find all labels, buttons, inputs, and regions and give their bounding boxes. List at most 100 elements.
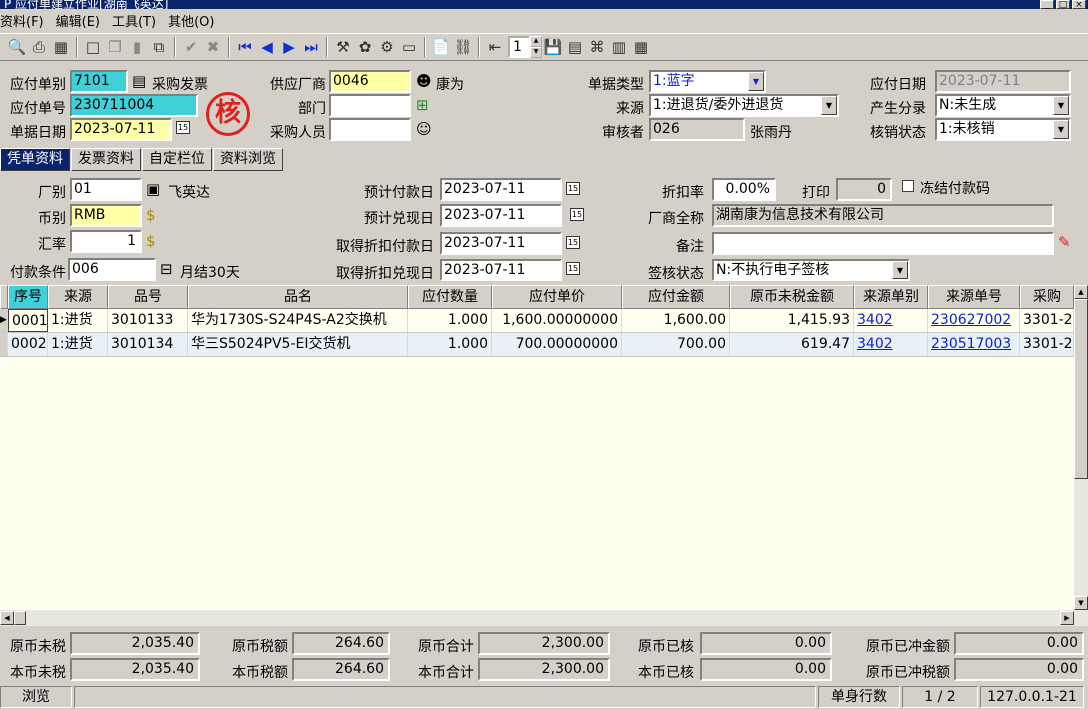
tab-voucher[interactable]: 凭单资料 (0, 148, 70, 171)
clipboard-icon[interactable]: ▥ (608, 36, 630, 58)
menu-edit[interactable]: 编辑(E) (56, 11, 100, 30)
disc-cash-field[interactable]: 2023-07-11 (440, 259, 562, 281)
cell-source[interactable]: 1:进货 (48, 309, 108, 332)
calculator-icon[interactable]: ▤ (564, 36, 586, 58)
grid-icon[interactable]: ▦ (630, 36, 652, 58)
document-icon[interactable]: 📄 (430, 36, 452, 58)
query-icon[interactable]: 🔍 (6, 36, 28, 58)
ap-no-field[interactable]: 230711004 (70, 94, 198, 117)
col-source[interactable]: 来源 (48, 285, 108, 309)
cell-src-type-link[interactable]: 3402 (854, 309, 928, 332)
first-record-icon[interactable]: ⏮ (234, 36, 256, 58)
cell-qty[interactable]: 1.000 (408, 333, 492, 356)
screen-icon[interactable]: ▭ (398, 36, 420, 58)
filter-icon[interactable]: ⚙ (376, 36, 398, 58)
est-cash-field[interactable]: 2023-07-11 (440, 204, 562, 227)
cancel-icon[interactable]: ✖ (202, 36, 224, 58)
spin-up-icon[interactable]: ▲ (530, 36, 542, 47)
col-src-type[interactable]: 来源单别 (854, 285, 928, 309)
cell-item-name[interactable]: 华为1730S-S24P4S-A2交换机 (188, 309, 408, 332)
calendar-icon[interactable]: 15 (566, 236, 580, 249)
cell-qty[interactable]: 1.000 (408, 309, 492, 332)
terms-lookup-icon[interactable]: ⊟ (160, 260, 173, 278)
buyer-field[interactable] (329, 118, 411, 141)
person-icon[interactable]: ☺ (416, 120, 432, 138)
calendar-icon[interactable]: 15 (566, 262, 580, 275)
supplier-lookup-icon[interactable]: ☻ (416, 72, 432, 90)
cell-untaxed[interactable]: 619.47 (730, 333, 854, 356)
discount-field[interactable]: 0.00% (712, 178, 776, 201)
scroll-thumb[interactable] (14, 611, 26, 625)
col-item-no[interactable]: 品号 (108, 285, 188, 309)
cell-item-no[interactable]: 3010133 (108, 309, 188, 332)
factory-lookup-icon[interactable]: ▣ (146, 180, 160, 198)
new-icon[interactable]: □ (82, 36, 104, 58)
scroll-down-icon[interactable]: ▼ (1074, 596, 1088, 610)
tab-custom-fields[interactable]: 自定栏位 (142, 148, 212, 171)
col-unit-price[interactable]: 应付单价 (492, 285, 622, 309)
col-amount[interactable]: 应付金额 (622, 285, 730, 309)
currency-field[interactable]: RMB (70, 204, 142, 227)
cell-purchase[interactable]: 3301-2 (1020, 333, 1074, 356)
delete-icon[interactable]: ▮ (126, 36, 148, 58)
link-icon[interactable]: ⛓ (452, 36, 474, 58)
tab-invoice[interactable]: 发票资料 (71, 148, 141, 171)
dept-field[interactable] (329, 94, 411, 117)
horizontal-scrollbar[interactable]: ◀ ▶ (0, 610, 1088, 626)
cell-unit-price[interactable]: 1,600.00000000 (492, 309, 622, 332)
vertical-scrollbar[interactable]: ▲ ▼ (1074, 285, 1088, 610)
scroll-left-icon[interactable]: ◀ (0, 611, 14, 625)
cell-untaxed[interactable]: 1,415.93 (730, 309, 854, 332)
supplier-field[interactable]: 0046 (329, 70, 411, 93)
cell-purchase[interactable]: 3301-2 (1020, 309, 1074, 332)
coin-icon[interactable]: $ (146, 232, 156, 250)
cell-item-no[interactable]: 3010134 (108, 333, 188, 356)
tab-browse[interactable]: 资料浏览 (213, 148, 283, 171)
scroll-up-icon[interactable]: ▲ (1074, 285, 1088, 299)
factory-field[interactable]: 01 (70, 178, 142, 201)
col-untaxed[interactable]: 原币未税金额 (730, 285, 854, 309)
maximize-button[interactable]: □ (1056, 0, 1070, 9)
approve-icon[interactable]: ✿ (354, 36, 376, 58)
tools-icon[interactable]: ⚒ (332, 36, 354, 58)
menu-tools[interactable]: 工具(T) (112, 11, 156, 30)
edit-note-icon[interactable]: ✎ (1058, 233, 1071, 251)
entry-select[interactable]: N:未生成 ▼ (935, 94, 1071, 117)
coin-icon[interactable]: $ (146, 206, 156, 224)
sign-select[interactable]: N:不执行电子签核 ▼ (712, 259, 910, 281)
col-src-no[interactable]: 来源单号 (928, 285, 1020, 309)
spin-down-icon[interactable]: ▼ (530, 47, 542, 58)
cell-src-no-link[interactable]: 230517003 (928, 333, 1020, 356)
close-button[interactable]: × (1072, 0, 1086, 9)
confirm-icon[interactable]: ✔ (180, 36, 202, 58)
doc-date-field[interactable]: 2023-07-11 (70, 118, 172, 141)
copy-icon[interactable]: ❐ (104, 36, 126, 58)
calendar-icon[interactable]: 15 (566, 182, 580, 195)
previous-record-icon[interactable]: ◀ (256, 36, 278, 58)
ap-type-field[interactable]: 7101 (70, 70, 128, 93)
est-pay-field[interactable]: 2023-07-11 (440, 178, 562, 201)
cell-item-name[interactable]: 华三S5024PV5-EI交货机 (188, 333, 408, 356)
col-item-name[interactable]: 品名 (188, 285, 408, 309)
org-tree-icon[interactable]: ⊞ (416, 96, 429, 114)
paste-icon[interactable]: ⧉ (148, 36, 170, 58)
exit-icon[interactable]: ⇤ (484, 36, 506, 58)
page-spinner[interactable]: 1 (508, 36, 530, 58)
dropdown-arrow-icon[interactable]: ▼ (1053, 96, 1069, 115)
rate-field[interactable]: 1 (70, 230, 142, 253)
writeoff-select[interactable]: 1:未核销 ▼ (935, 118, 1071, 141)
terms-field[interactable]: 006 (68, 258, 156, 281)
col-purchase[interactable]: 采购 (1020, 285, 1074, 309)
source-select[interactable]: 1:进退货/委外进退货 ▼ (649, 94, 839, 117)
cell-amount[interactable]: 700.00 (622, 333, 730, 356)
cell-src-type-link[interactable]: 3402 (854, 333, 928, 356)
save-icon[interactable]: 💾 (542, 36, 564, 58)
col-qty[interactable]: 应付数量 (408, 285, 492, 309)
cell-source[interactable]: 1:进货 (48, 333, 108, 356)
next-record-icon[interactable]: ▶ (278, 36, 300, 58)
table-row[interactable]: ▶ 0001 1:进货 3010133 华为1730S-S24P4S-A2交换机… (0, 309, 1074, 333)
scroll-thumb[interactable] (1074, 299, 1088, 479)
cell-seq[interactable]: 0002 (8, 333, 48, 356)
cell-seq[interactable]: 0001 (8, 309, 48, 332)
menu-other[interactable]: 其他(O) (168, 11, 214, 30)
